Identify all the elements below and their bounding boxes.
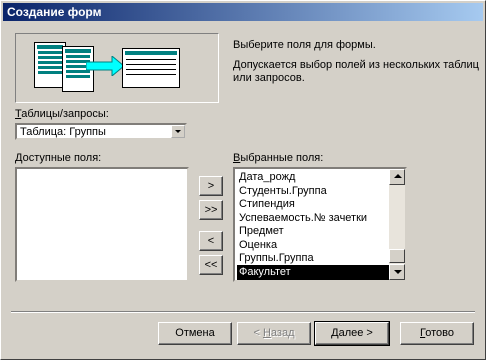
- available-fields-list[interactable]: [15, 167, 189, 282]
- scroll-down-button[interactable]: [389, 264, 405, 280]
- finish-button[interactable]: Готово: [400, 322, 474, 345]
- footer-separator: [11, 311, 475, 313]
- back-button[interactable]: < Назад: [237, 322, 311, 345]
- title-bar[interactable]: Создание форм: [3, 3, 483, 21]
- scroll-thumb[interactable]: [389, 249, 405, 263]
- selected-fields-label: Выбранные поля:: [233, 152, 324, 164]
- remove-all-fields-button[interactable]: <<: [199, 255, 223, 275]
- form-wizard-window: Создание форм Выберите поля для формы. Д…: [0, 0, 486, 360]
- cancel-button[interactable]: Отмена: [158, 322, 232, 345]
- tables-queries-dropdown[interactable]: Таблица: Группы: [15, 123, 187, 140]
- available-fields-label: Доступные поля:: [15, 152, 102, 164]
- chevron-down-icon[interactable]: [171, 125, 185, 138]
- wizard-illustration: [15, 33, 219, 103]
- selected-fields-scrollbar[interactable]: [389, 169, 405, 280]
- tables-queries-label: Таблицы/запросы:: [15, 108, 109, 120]
- remove-field-button[interactable]: <: [199, 231, 223, 251]
- arrow-down-icon: [394, 270, 402, 274]
- tables-queries-value: Таблица: Группы: [20, 126, 106, 138]
- instruction-line-2: Допускается выбор полей из нескольких та…: [233, 59, 479, 71]
- add-all-fields-button[interactable]: >>: [199, 200, 223, 220]
- next-button[interactable]: Далее >: [314, 321, 390, 346]
- scroll-up-button[interactable]: [389, 169, 405, 185]
- instruction-line-3: или запросов.: [233, 72, 305, 84]
- add-field-button[interactable]: >: [199, 176, 223, 196]
- form-icon: [122, 48, 180, 88]
- list-item[interactable]: Факультет: [237, 264, 391, 280]
- selected-fields-list[interactable]: Дата_рожд Студенты.Группа Стипендия Успевае…: [233, 167, 407, 282]
- arrow-up-icon: [394, 174, 402, 178]
- window-title: Создание форм: [7, 5, 102, 19]
- arrow-right-icon: [86, 56, 124, 76]
- instruction-line-1: Выберите поля для формы.: [233, 39, 376, 51]
